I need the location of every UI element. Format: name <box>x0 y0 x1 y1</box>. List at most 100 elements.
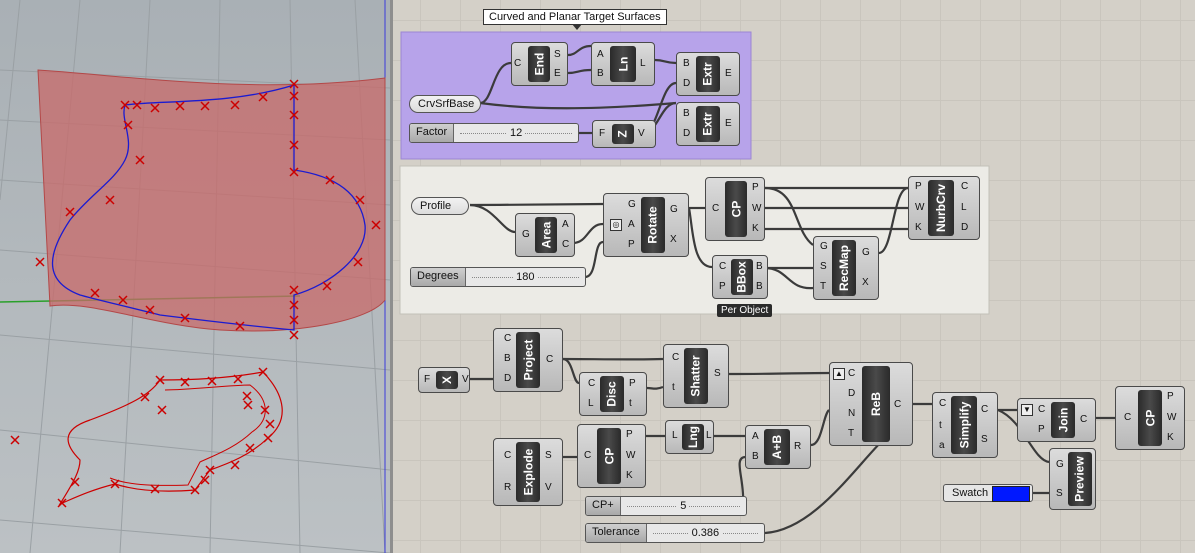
extr2-input-d[interactable]: D <box>683 129 690 139</box>
lng-output-l[interactable]: L <box>706 431 712 441</box>
area-output-a[interactable]: A <box>562 220 569 230</box>
area-output-c[interactable]: C <box>562 240 569 250</box>
area-component[interactable]: G Area A C <box>515 213 575 257</box>
cp1-output-w[interactable]: W <box>752 204 761 214</box>
extr1-output-e[interactable]: E <box>725 69 732 79</box>
extrude-component-2[interactable]: B D Extr E <box>676 102 740 146</box>
disc-output-p[interactable]: P <box>629 379 636 389</box>
shatter-input-c[interactable]: C <box>672 353 679 363</box>
factor-slider[interactable]: Factor 12 <box>409 123 579 143</box>
cp2-output-w[interactable]: W <box>626 451 635 461</box>
join-input-p[interactable]: P <box>1038 425 1045 435</box>
line-component[interactable]: A B Ln L <box>591 42 655 86</box>
nurb-output-c[interactable]: C <box>961 182 968 192</box>
project-component[interactable]: C B D Project C <box>493 328 563 392</box>
z-input-f[interactable]: F <box>599 129 605 139</box>
extr1-input-d[interactable]: D <box>683 79 690 89</box>
extr1-input-b[interactable]: B <box>683 59 690 69</box>
rotate-component[interactable]: G ◎ A P Rotate G X <box>603 193 689 257</box>
cp2-output-k[interactable]: K <box>626 471 633 481</box>
degrees-slider[interactable]: Degrees 180 <box>410 267 586 287</box>
recmap-input-g[interactable]: G <box>820 242 828 252</box>
bbox-output-b2[interactable]: B <box>756 282 763 292</box>
apb-output-r[interactable]: R <box>794 442 801 452</box>
project-input-c[interactable]: C <box>504 334 511 344</box>
cp3-input-c[interactable]: C <box>1124 413 1131 423</box>
rebuild-curve-component[interactable]: ▲ C D N T ReB C <box>829 362 913 446</box>
end-points-component[interactable]: C End S E <box>511 42 568 86</box>
recmap-output-x[interactable]: X <box>862 278 869 288</box>
cp1-output-p[interactable]: P <box>752 183 759 193</box>
cp1-output-k[interactable]: K <box>752 224 759 234</box>
project-output-c[interactable]: C <box>546 355 553 365</box>
bounding-box-component[interactable]: C P BBox B B <box>712 255 768 299</box>
addition-component[interactable]: A B A+B R <box>745 425 811 469</box>
cp-plus-slider[interactable]: CP+ 5 <box>585 496 747 516</box>
unit-x-component[interactable]: F X V <box>418 367 470 393</box>
cp3-output-k[interactable]: K <box>1167 433 1174 443</box>
explode-input-c[interactable]: C <box>504 451 511 461</box>
simplify-output-s[interactable]: S <box>981 435 988 445</box>
preview-input-g[interactable]: G <box>1056 460 1064 470</box>
ln-input-a[interactable]: A <box>597 50 604 60</box>
recmap-input-s[interactable]: S <box>820 262 827 272</box>
custom-preview-component[interactable]: G S Preview <box>1049 448 1096 510</box>
reb-output-c[interactable]: C <box>894 400 901 410</box>
cp2-output-p[interactable]: P <box>626 430 633 440</box>
simplify-input-t[interactable]: t <box>939 421 942 431</box>
reb-input-c[interactable]: C <box>848 369 855 379</box>
extr2-output-e[interactable]: E <box>725 119 732 129</box>
rectangle-mapping-component[interactable]: G S T RecMap G X <box>813 236 879 300</box>
profile-param[interactable]: Profile <box>411 197 469 215</box>
preview-input-s[interactable]: S <box>1056 489 1063 499</box>
project-input-d[interactable]: D <box>504 374 511 384</box>
extrude-component-1[interactable]: B D Extr E <box>676 52 740 96</box>
shatter-output-s[interactable]: S <box>714 369 721 379</box>
rhino-viewport[interactable] <box>0 0 390 553</box>
control-points-component-1[interactable]: C CP P W K <box>705 177 765 241</box>
rotate-output-x[interactable]: X <box>670 235 677 245</box>
simplify-input-c[interactable]: C <box>939 399 946 409</box>
bbox-input-c[interactable]: C <box>719 262 726 272</box>
rotate-input-g[interactable]: G <box>628 200 636 210</box>
reb-input-t[interactable]: T <box>848 429 854 439</box>
x-input-f[interactable]: F <box>424 375 430 385</box>
discontinuity-component[interactable]: C L Disc P t <box>579 372 647 416</box>
list-length-component[interactable]: L Lng L <box>665 420 714 454</box>
cp2-input-c[interactable]: C <box>584 451 591 461</box>
project-input-b[interactable]: B <box>504 354 511 364</box>
end-output-s[interactable]: S <box>554 50 561 60</box>
disc-input-c[interactable]: C <box>588 379 595 389</box>
rotate-output-g[interactable]: G <box>670 205 678 215</box>
bbox-input-p[interactable]: P <box>719 282 726 292</box>
simplify-curve-component[interactable]: C t a Simplify C S <box>932 392 998 458</box>
lng-input-l[interactable]: L <box>672 431 678 441</box>
simplify-output-c[interactable]: C <box>981 405 988 415</box>
nurb-input-p[interactable]: P <box>915 182 922 192</box>
apb-input-a[interactable]: A <box>752 432 759 442</box>
extr2-input-b[interactable]: B <box>683 109 690 119</box>
control-points-component-2[interactable]: C CP P W K <box>577 424 646 488</box>
crvsrfbase-param[interactable]: CrvSrfBase <box>409 95 481 113</box>
nurb-output-l[interactable]: L <box>961 203 967 213</box>
reb-input-d[interactable]: D <box>848 389 855 399</box>
unit-z-component[interactable]: F Z V <box>592 120 656 148</box>
x-output-v[interactable]: V <box>462 375 469 385</box>
join-input-c[interactable]: C <box>1038 405 1045 415</box>
disc-output-t[interactable]: t <box>629 399 632 409</box>
control-points-component-3[interactable]: C CP P W K <box>1115 386 1185 450</box>
recmap-output-g[interactable]: G <box>862 248 870 258</box>
swatch-color-box[interactable] <box>992 486 1030 502</box>
explode-output-s[interactable]: S <box>545 451 552 461</box>
disc-input-l[interactable]: L <box>588 399 594 409</box>
nurb-input-w[interactable]: W <box>915 203 924 213</box>
end-output-e[interactable]: E <box>554 69 561 79</box>
explode-input-r[interactable]: R <box>504 483 511 493</box>
cp3-output-p[interactable]: P <box>1167 392 1174 402</box>
recmap-input-t[interactable]: T <box>820 282 826 292</box>
rotate-input-a[interactable]: A <box>628 220 635 230</box>
shatter-component[interactable]: C t Shatter S <box>663 344 729 408</box>
shatter-input-t[interactable]: t <box>672 383 675 393</box>
join-curves-component[interactable]: ▼ C P Join C <box>1017 398 1096 442</box>
cp3-output-w[interactable]: W <box>1167 413 1176 423</box>
